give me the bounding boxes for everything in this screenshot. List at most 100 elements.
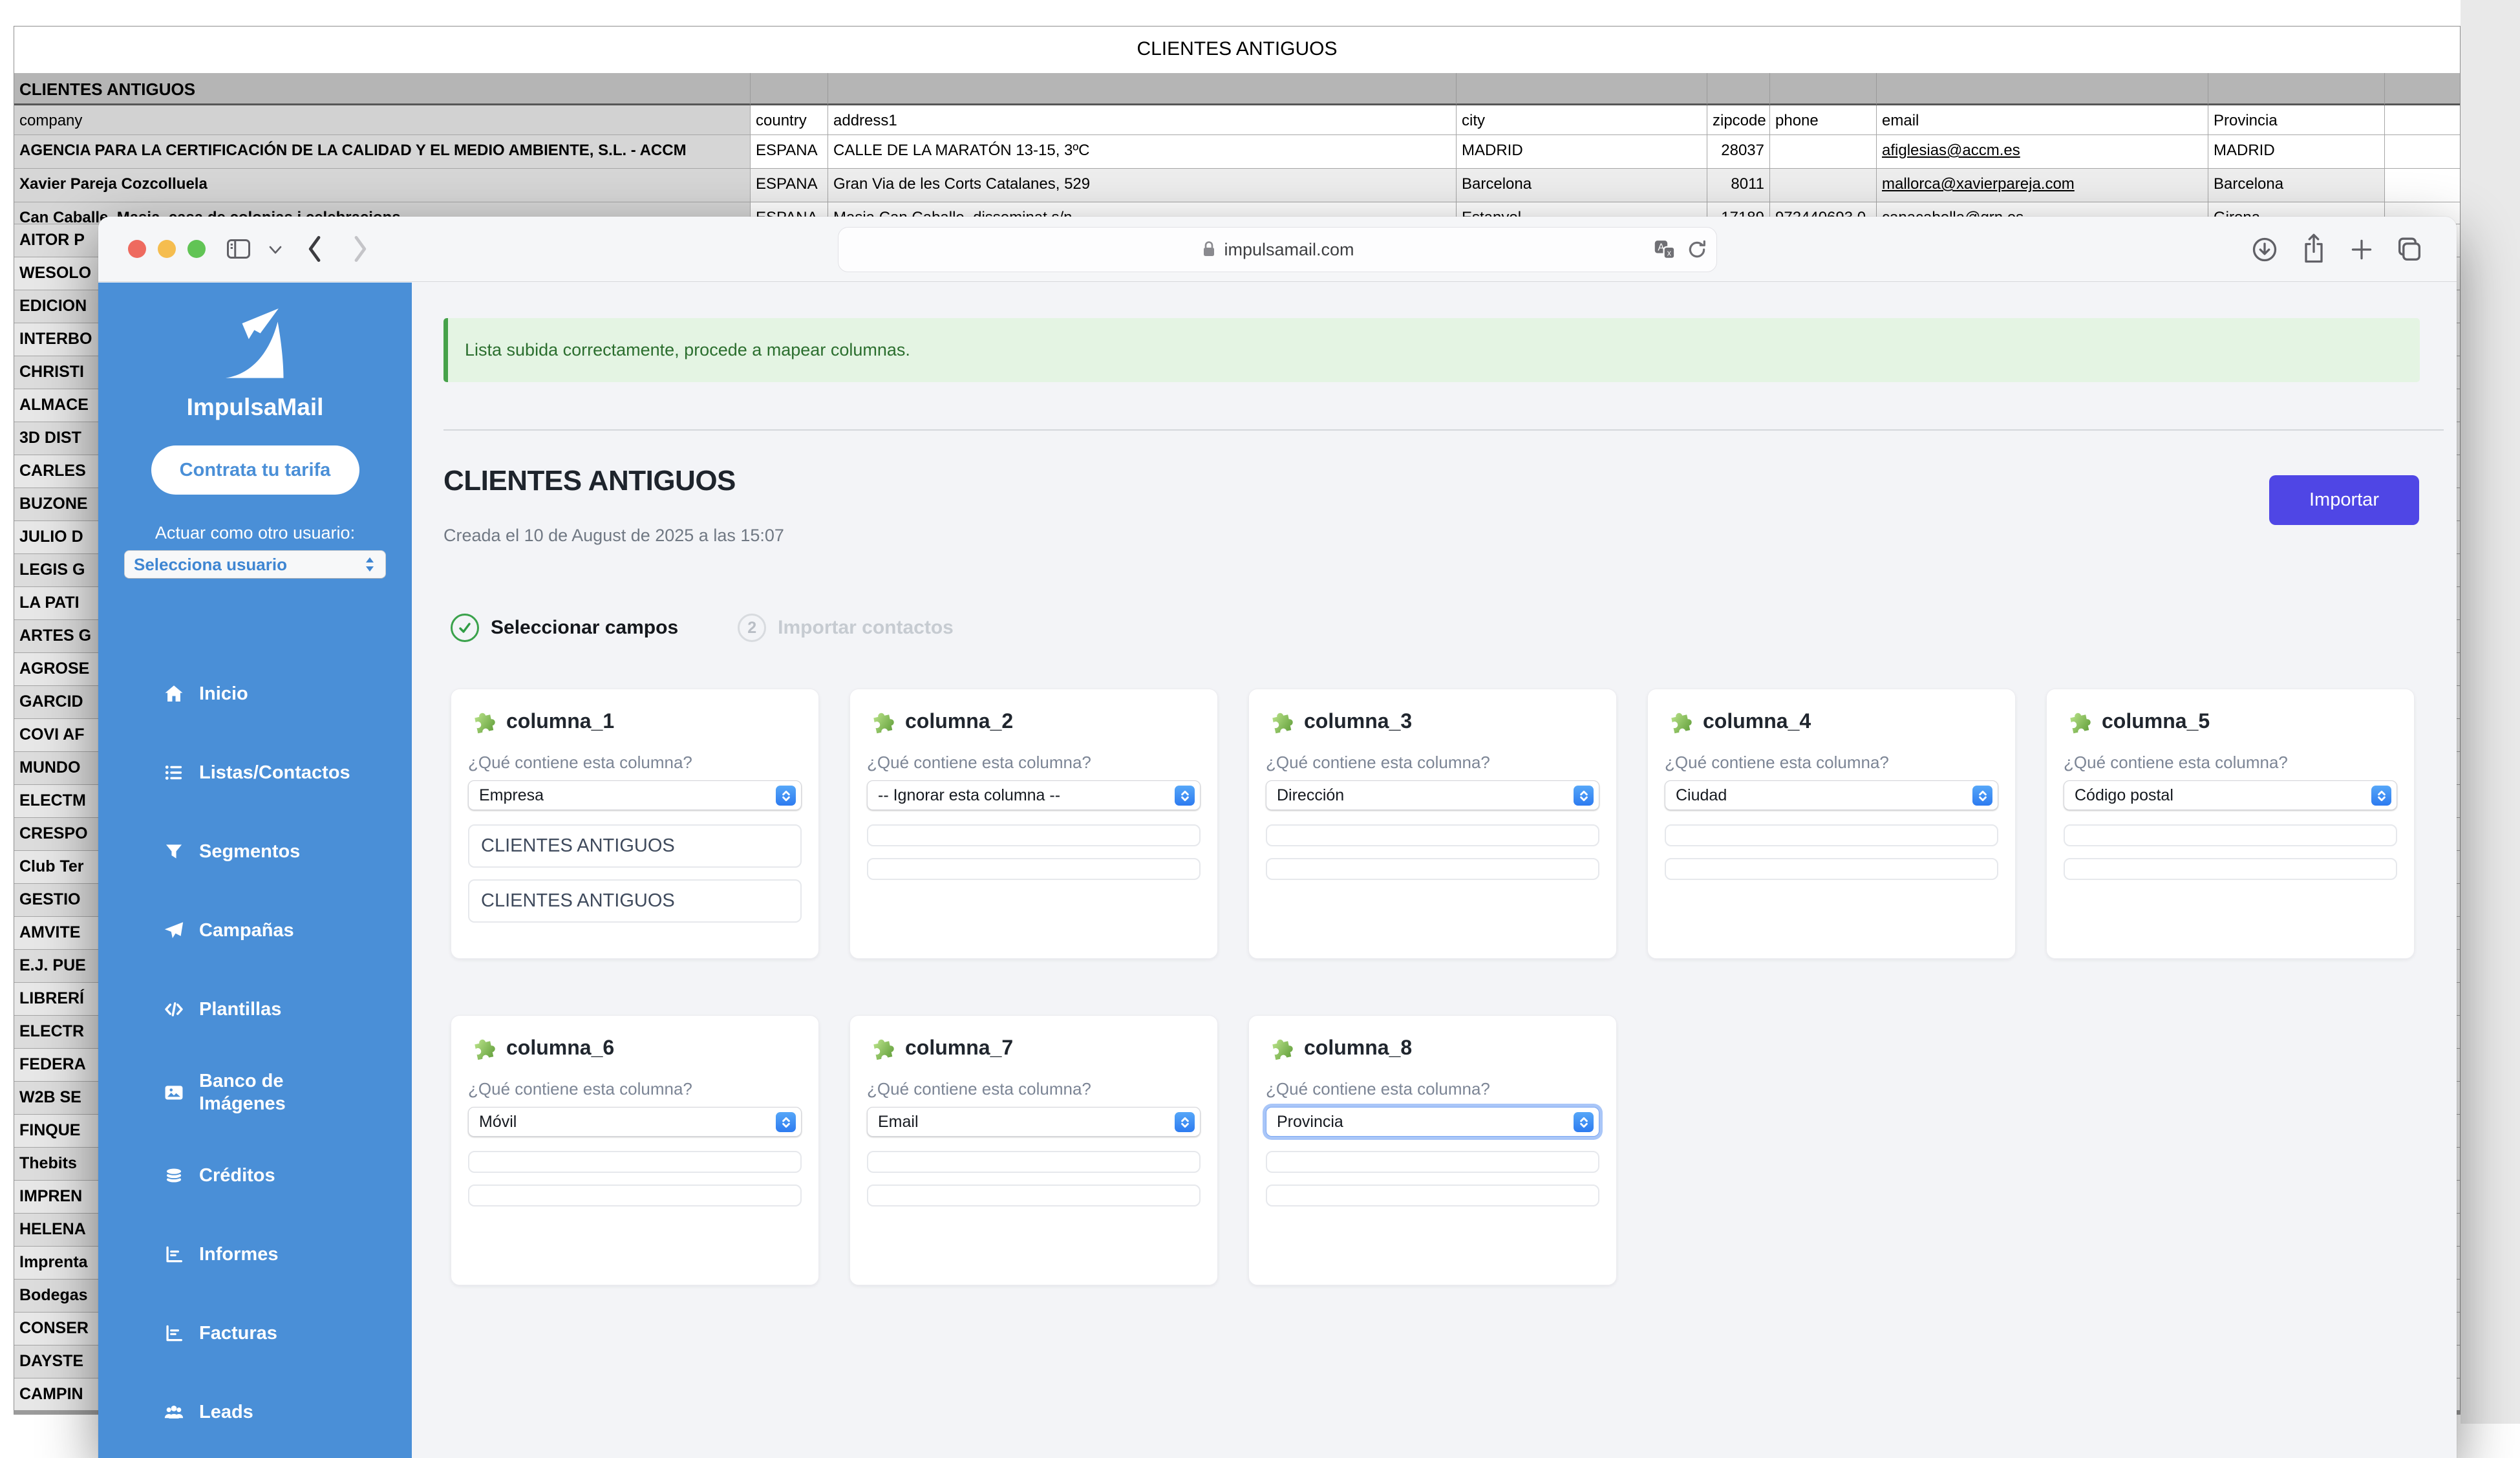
address-bar[interactable]: impulsamail.com Ax <box>838 227 1717 272</box>
sheet-cell-zipcode: 28037 <box>1707 135 1770 169</box>
downloads-icon[interactable] <box>2251 236 2278 263</box>
chevron-down-icon[interactable] <box>268 245 283 255</box>
column-mapping-select[interactable]: Email <box>867 1107 1201 1137</box>
browser-window: impulsamail.com Ax ImpulsaMail Co <box>98 217 2457 1458</box>
list-icon <box>163 762 185 784</box>
select-stepper-icon <box>1574 786 1594 806</box>
sheet-cell-city: Barcelona <box>1457 169 1707 202</box>
column-mapping-select[interactable]: Móvil <box>468 1107 802 1137</box>
select-stepper-icon <box>776 1112 796 1132</box>
sheet-cell-email: mallorca@xavierpareja.com <box>1877 169 2208 202</box>
sample-value <box>468 1185 802 1206</box>
step-done-icon <box>451 614 479 642</box>
sheet-banner-cell: CLIENTES ANTIGUOS <box>14 73 751 105</box>
column-mapping-value: Email <box>878 1113 919 1131</box>
sheet-cell-zipcode: 8011 <box>1707 169 1770 202</box>
sample-values <box>1266 824 1599 880</box>
close-window-button[interactable] <box>128 240 146 258</box>
column-card: columna_6 ¿Qué contiene esta columna? Mó… <box>451 1015 819 1285</box>
page-subtitle: Creada el 10 de August de 2025 a las 15:… <box>443 526 784 546</box>
column-card-title: columna_3 <box>1304 709 1412 733</box>
sidebar-nav-item[interactable]: Campañas <box>98 891 412 970</box>
share-icon[interactable] <box>2300 232 2327 266</box>
sheet-data-row: Xavier Pareja Cozcolluela ESPANA Gran Vi… <box>14 169 2460 202</box>
sample-value <box>1665 858 1998 880</box>
column-mapping-value: -- Ignorar esta columna -- <box>878 786 1060 805</box>
sidebar-nav-item[interactable]: Plantillas <box>98 970 412 1049</box>
column-mapping-value: Empresa <box>479 786 544 805</box>
lock-icon <box>1201 240 1217 259</box>
column-mapping-select[interactable]: Empresa <box>468 780 802 810</box>
sidebar-nav-item[interactable]: Facturas <box>98 1294 412 1373</box>
sheet-cell-company: AGENCIA PARA LA CERTIFICACIÓN DE LA CALI… <box>14 135 751 169</box>
column-mapping-cards: columna_1 ¿Qué contiene esta columna? Em… <box>451 689 2415 1285</box>
sidebar-nav-item[interactable]: Banco de Imágenes <box>98 1049 412 1136</box>
app-sidebar: ImpulsaMail Contrata tu tarifa Actuar co… <box>98 283 412 1458</box>
svg-text:x: x <box>1667 249 1672 258</box>
sample-value <box>468 1151 802 1173</box>
sidebar-toggle-icon[interactable] <box>225 236 252 262</box>
column-card: columna_5 ¿Qué contiene esta columna? Có… <box>2046 689 2415 959</box>
puzzle-icon <box>468 1033 498 1062</box>
column-mapping-value: Móvil <box>479 1113 517 1131</box>
puzzle-icon <box>2064 706 2093 736</box>
sheet-cell-provincia: Barcelona <box>2208 169 2385 202</box>
step-number: 2 <box>738 614 766 642</box>
step-select-fields: Seleccionar campos <box>451 614 678 642</box>
column-mapping-value: Dirección <box>1277 786 1344 805</box>
steps: Seleccionar campos 2 Importar contactos <box>451 614 954 642</box>
sheet-banner-row: CLIENTES ANTIGUOS <box>14 73 2460 105</box>
user-select[interactable]: Selecciona usuario <box>124 550 386 579</box>
sheet-cell-phone <box>1770 169 1877 202</box>
sample-value <box>1266 858 1599 880</box>
screen: CLIENTES ANTIGUOS CLIENTES ANTIGUOS comp… <box>0 0 2520 1424</box>
sidebar-nav-item[interactable]: Listas/Contactos <box>98 733 412 812</box>
users-icon <box>163 1401 185 1423</box>
column-card-title: columna_4 <box>1703 709 1811 733</box>
forward-icon[interactable] <box>352 233 371 264</box>
translate-icon[interactable]: Ax <box>1653 239 1676 261</box>
sample-values <box>1665 824 1998 880</box>
column-mapping-select[interactable]: -- Ignorar esta columna -- <box>867 780 1201 810</box>
reload-icon[interactable] <box>1687 239 1707 261</box>
sample-values <box>2064 824 2397 880</box>
sidebar-nav-item[interactable]: Segmentos <box>98 812 412 891</box>
sidebar-nav-item[interactable]: Inicio <box>98 654 412 733</box>
column-mapping-select[interactable]: Código postal <box>2064 780 2397 810</box>
column-card-title: columna_7 <box>905 1036 1013 1060</box>
page-title: CLIENTES ANTIGUOS <box>443 465 736 497</box>
import-button[interactable]: Importar <box>2269 475 2419 525</box>
contract-plan-button[interactable]: Contrata tu tarifa <box>151 445 359 495</box>
column-card-title: columna_2 <box>905 709 1013 733</box>
success-alert: Lista subida correctamente, procede a ma… <box>443 318 2420 382</box>
column-mapping-select[interactable]: Ciudad <box>1665 780 1998 810</box>
sample-value <box>867 858 1201 880</box>
puzzle-icon <box>1266 1033 1296 1062</box>
sample-value <box>867 824 1201 846</box>
puzzle-icon <box>1266 706 1296 736</box>
column-mapping-select[interactable]: Dirección <box>1266 780 1599 810</box>
sidebar-nav-item[interactable]: Leads <box>98 1373 412 1452</box>
sheet-col-header: Provincia <box>2208 105 2385 135</box>
minimize-window-button[interactable] <box>158 240 176 258</box>
sidebar-nav-item[interactable]: Informes <box>98 1215 412 1294</box>
sheet-cell-address: Gran Via de les Corts Catalanes, 529 <box>828 169 1457 202</box>
sheet-col-header: phone <box>1770 105 1877 135</box>
tab-overview-icon[interactable] <box>2395 235 2424 264</box>
report-icon <box>163 1243 185 1265</box>
funnel-icon <box>163 841 185 863</box>
select-stepper-icon <box>2371 786 2391 806</box>
column-card-title: columna_1 <box>506 709 614 733</box>
sidebar-nav-item[interactable]: Créditos <box>98 1136 412 1215</box>
desktop-background <box>2461 0 2520 1424</box>
sheet-cell-address: CALLE DE LA MARATÓN 13-15, 3ºC <box>828 135 1457 169</box>
sample-value <box>2064 858 2397 880</box>
select-stepper-icon <box>1175 1112 1195 1132</box>
browser-titlebar: impulsamail.com Ax <box>98 217 2457 282</box>
zoom-window-button[interactable] <box>187 240 206 258</box>
back-icon[interactable] <box>304 233 323 264</box>
column-card-title: columna_6 <box>506 1036 614 1060</box>
new-tab-icon[interactable] <box>2349 237 2374 262</box>
sheet-data-row: AGENCIA PARA LA CERTIFICACIÓN DE LA CALI… <box>14 135 2460 169</box>
column-mapping-select[interactable]: Provincia <box>1266 1107 1599 1137</box>
